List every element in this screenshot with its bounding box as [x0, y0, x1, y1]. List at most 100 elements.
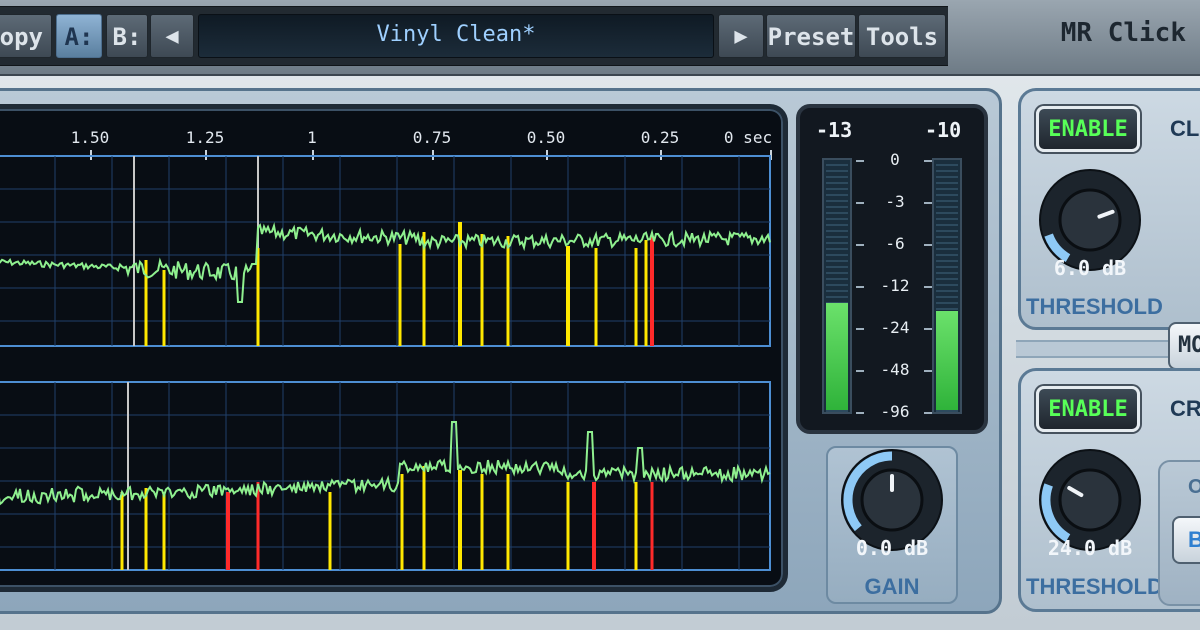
- meter-segment: [826, 164, 848, 166]
- preset-name-display[interactable]: Vinyl Clean*: [198, 14, 714, 58]
- meter-segment: [826, 290, 848, 292]
- meter-segment: [936, 410, 958, 412]
- crackle-options-button[interactable]: B: [1172, 516, 1200, 564]
- crackle-enable-button[interactable]: ENABLE: [1036, 386, 1140, 432]
- time-tick-label: 0 sec: [723, 128, 773, 147]
- meter-scale-dash: [856, 328, 864, 330]
- meter-segment: [826, 224, 848, 226]
- meter-segment: [826, 200, 848, 202]
- crackle-threshold-label: THRESHOLD: [1026, 574, 1163, 599]
- meter-segment: [936, 278, 958, 280]
- meter-segment: [936, 242, 958, 244]
- meter-scale-dash: [924, 244, 932, 246]
- meter-segment: [936, 170, 958, 172]
- bottom-channel: [0, 381, 771, 571]
- meter-segment: [826, 176, 848, 178]
- meter-segment: [936, 206, 958, 208]
- gain-label: GAIN: [864, 574, 920, 599]
- waveform-trace: [0, 421, 771, 506]
- meter-segment: [826, 206, 848, 208]
- meter-segment: [936, 248, 958, 250]
- meter-segment: [936, 290, 958, 292]
- meter-scale-label: -24: [880, 318, 910, 337]
- meter-segment: [936, 182, 958, 184]
- tools-menu-button[interactable]: Tools: [858, 14, 946, 58]
- meter-segment: [936, 236, 958, 238]
- channel-border: [0, 155, 771, 347]
- meter-segment: [936, 194, 958, 196]
- copy-button[interactable]: opy: [0, 14, 52, 58]
- meter-segment: [936, 188, 958, 190]
- right-peak-readout: -10: [925, 118, 962, 142]
- meter-scale-label: -6: [885, 234, 905, 253]
- meter-level-fill: [826, 303, 848, 410]
- meter-scale-dash: [856, 412, 864, 414]
- click-threshold-value: 6.0 dB: [1053, 256, 1127, 280]
- meter-segment: [936, 224, 958, 226]
- meter-segment: [826, 212, 848, 214]
- meter-segment: [936, 218, 958, 220]
- meter-scale-label: -48: [880, 360, 910, 379]
- preset-menu-button[interactable]: Preset: [766, 14, 856, 58]
- meter-scale-label: -12: [880, 276, 910, 295]
- meter-scale-dash: [856, 286, 864, 288]
- meter-segment: [826, 248, 848, 250]
- crackle-threshold-value: 24.0 dB: [1047, 536, 1133, 560]
- meter-segment: [936, 254, 958, 256]
- click-enable-button[interactable]: ENABLE: [1036, 106, 1140, 152]
- meter-segment: [936, 164, 958, 166]
- waveform-svg: [0, 155, 771, 571]
- meter-segment: [936, 260, 958, 262]
- section-divider: [1016, 340, 1172, 358]
- gain-value: 0.0 dB: [855, 536, 929, 560]
- plugin-title: MR Click: [1060, 18, 1186, 48]
- plugin-header: opy A: B: ◀ Vinyl Clean* ▶ Preset Tools …: [0, 0, 1200, 76]
- click-section-title: CL: [1170, 116, 1200, 141]
- meter-scale-label: 0: [890, 150, 900, 169]
- crackle-options-label: O: [1188, 476, 1200, 498]
- right-arrow-icon: ▶: [734, 24, 748, 49]
- meter-segment: [826, 236, 848, 238]
- meter-segment: [826, 170, 848, 172]
- meter-segment: [826, 260, 848, 262]
- next-preset-button[interactable]: ▶: [718, 14, 764, 58]
- meter-segment: [936, 176, 958, 178]
- meter-scale-dash: [856, 202, 864, 204]
- meter-scale-label: -3: [885, 192, 905, 211]
- click-threshold-label: THRESHOLD: [1026, 294, 1163, 319]
- knob-cap: [1058, 188, 1122, 252]
- meter-scale-dash: [924, 370, 932, 372]
- time-tick-label: 0.75: [412, 128, 452, 147]
- a-slot-button[interactable]: A:: [56, 14, 102, 58]
- mode-button[interactable]: MO: [1168, 322, 1200, 370]
- meter-segment: [826, 230, 848, 232]
- meter-segment: [936, 266, 958, 268]
- meter-scale-dash: [856, 244, 864, 246]
- meter-segment: [936, 200, 958, 202]
- meter-segment: [936, 296, 958, 298]
- b-slot-button[interactable]: B:: [106, 14, 148, 58]
- knob-cap: [1058, 468, 1122, 532]
- mr-click-plugin-window: opy A: B: ◀ Vinyl Clean* ▶ Preset Tools …: [0, 0, 1200, 630]
- meter-segment: [936, 272, 958, 274]
- previous-preset-button[interactable]: ◀: [150, 14, 194, 58]
- time-tick-label: 0.25: [640, 128, 680, 147]
- meter-scale-dash: [924, 160, 932, 162]
- crackle-section-title: CR: [1170, 396, 1200, 421]
- meter-scale-dash: [856, 370, 864, 372]
- time-tick-label: 1.50: [70, 128, 110, 147]
- meter-segment: [936, 302, 958, 304]
- time-tick-label: 1: [307, 128, 317, 147]
- meter-segment: [826, 296, 848, 298]
- meter-segment: [826, 242, 848, 244]
- meter-segment: [826, 188, 848, 190]
- left-arrow-icon: ◀: [165, 24, 179, 49]
- meter-segment: [936, 308, 958, 310]
- meter-scale-dash: [924, 202, 932, 204]
- meter-scale-dash: [924, 328, 932, 330]
- meter-segment: [936, 284, 958, 286]
- time-tick-label: 1.25: [185, 128, 225, 147]
- meter-scale-dash: [924, 412, 932, 414]
- meter-scale-label: -96: [880, 402, 910, 421]
- right-level-meter: [932, 158, 962, 414]
